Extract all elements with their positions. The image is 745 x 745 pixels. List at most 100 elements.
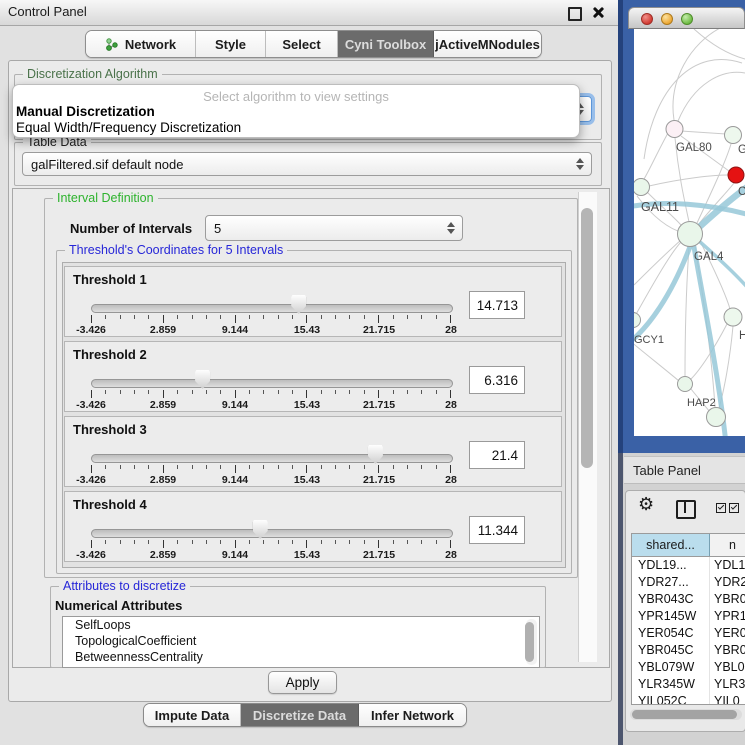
cell-shared-name[interactable]: YBR043C	[632, 591, 710, 608]
tab-discretize-data[interactable]: Discretize Data	[241, 704, 359, 726]
tick-mark	[364, 315, 365, 319]
column-header-shared-name[interactable]: shared...	[632, 534, 710, 556]
cell-name[interactable]: YBL0	[710, 659, 745, 676]
cell-shared-name[interactable]: YDR27...	[632, 574, 710, 591]
tab-select[interactable]: Select	[266, 31, 338, 57]
threshold-value-field[interactable]: 21.4	[469, 441, 525, 469]
network-edge[interactable]	[681, 131, 726, 134]
table-row[interactable]: YDL19...YDL1	[632, 557, 745, 574]
slider-track[interactable]	[91, 304, 453, 313]
tab-cyni-toolbox[interactable]: Cyni Toolbox	[338, 31, 434, 57]
horizontal-scrollbar-thumb[interactable]	[632, 710, 737, 719]
numerical-attributes-list[interactable]: SelfLoopsTopologicalCoefficientBetweenne…	[62, 616, 540, 668]
tab-network[interactable]: Network	[86, 31, 196, 57]
attribute-item[interactable]: SelfLoops	[63, 617, 539, 633]
network-node[interactable]	[634, 179, 650, 196]
attribute-item[interactable]: TopologicalCoefficient	[63, 633, 539, 649]
cell-shared-name[interactable]: YBR045C	[632, 642, 710, 659]
network-edge[interactable]	[634, 341, 679, 381]
table-row[interactable]: YBL079WYBL0	[632, 659, 745, 676]
table-row[interactable]: YBR043CYBR0	[632, 591, 745, 608]
list-scrollbar[interactable]	[526, 619, 537, 665]
popup-option-manual-discretization[interactable]: Manual Discretization	[16, 104, 155, 119]
combo-value: galFiltered.sif default node	[31, 157, 183, 172]
network-edge[interactable]	[673, 29, 722, 120]
cell-name[interactable]: YDR2	[710, 574, 745, 591]
network-canvas[interactable]: GAL80GACGAL11GAL4GCY1HHAP2	[634, 29, 745, 436]
table-row[interactable]: YIL052CYIL0	[632, 693, 745, 705]
slider-track[interactable]	[91, 454, 453, 463]
horizontal-scrollbar[interactable]	[630, 709, 742, 720]
table-row[interactable]: YDR27...YDR2	[632, 574, 745, 591]
column-header-name[interactable]: n	[710, 534, 745, 556]
network-edge[interactable]	[678, 72, 745, 121]
network-node[interactable]	[725, 127, 742, 144]
cell-shared-name[interactable]: YER054C	[632, 625, 710, 642]
zoom-traffic-light-icon[interactable]	[681, 13, 693, 25]
tab-infer-network[interactable]: Infer Network	[359, 704, 466, 726]
column-view-icon[interactable]	[676, 500, 696, 519]
minimize-traffic-light-icon[interactable]	[661, 13, 673, 25]
cell-shared-name[interactable]: YPR145W	[632, 608, 710, 625]
cell-shared-name[interactable]: YBL079W	[632, 659, 710, 676]
slider-track[interactable]	[91, 379, 453, 388]
vertical-scrollbar-thumb[interactable]	[581, 208, 593, 468]
network-window-titlebar[interactable]	[628, 7, 745, 29]
threshold-label: Threshold 2	[73, 347, 147, 362]
tick-mark	[436, 465, 437, 469]
cell-shared-name[interactable]: YLR345W	[632, 676, 710, 693]
network-edge[interactable]	[694, 29, 745, 59]
apply-button[interactable]: Apply	[268, 671, 337, 694]
list-scrollbar-thumb[interactable]	[525, 622, 534, 662]
gear-icon[interactable]: ⚙	[638, 494, 654, 515]
float-window-icon[interactable]	[568, 7, 582, 21]
network-node[interactable]	[634, 313, 641, 328]
cell-name[interactable]: YDL1	[710, 557, 745, 574]
table-row[interactable]: YER054CYER0	[632, 625, 745, 642]
slider-track[interactable]	[91, 529, 453, 538]
cell-name[interactable]: YBR0	[710, 591, 745, 608]
network-node[interactable]	[728, 167, 744, 183]
cell-name[interactable]: YIL0	[710, 693, 745, 705]
table-data-combobox[interactable]: galFiltered.sif default node	[22, 152, 592, 176]
tick-mark	[249, 315, 250, 319]
cell-name[interactable]: YLR3	[710, 676, 745, 693]
network-edge-highlighted[interactable]	[699, 241, 745, 287]
popup-option-equal-width-frequency[interactable]: Equal Width/Frequency Discretization	[16, 120, 241, 135]
tick-mark	[321, 540, 322, 544]
attribute-item[interactable]: BetweennessCentrality	[63, 649, 539, 665]
threshold-value-field[interactable]: 6.316	[469, 366, 525, 394]
number-of-intervals-combobox[interactable]: 5	[205, 215, 463, 241]
tab-jactivemnodules[interactable]: jActiveMNodules	[434, 31, 541, 57]
tick-mark	[263, 390, 264, 394]
tick-label: 15.43	[294, 324, 320, 336]
table-row[interactable]: YBR045CYBR0	[632, 642, 745, 659]
table-row[interactable]: YPR145WYPR1	[632, 608, 745, 625]
close-traffic-light-icon[interactable]	[641, 13, 653, 25]
tab-impute-data[interactable]: Impute Data	[144, 704, 241, 726]
tick-label: 15.43	[294, 549, 320, 561]
checkbox-icon[interactable]	[716, 503, 726, 513]
threshold-value-field[interactable]: 11.344	[469, 516, 525, 544]
threshold-value-field[interactable]: 14.713	[469, 291, 525, 319]
tab-style[interactable]: Style	[196, 31, 266, 57]
cell-shared-name[interactable]: YIL052C	[632, 693, 710, 705]
cell-shared-name[interactable]: YDL19...	[632, 557, 710, 574]
table-row[interactable]: YLR345WYLR3	[632, 676, 745, 693]
network-node[interactable]	[724, 308, 742, 326]
network-edge-highlighted[interactable]	[634, 244, 691, 345]
tick-label: 2.859	[150, 474, 176, 486]
cell-name[interactable]: YBR0	[710, 642, 745, 659]
network-node[interactable]	[678, 377, 693, 392]
network-node[interactable]	[666, 121, 683, 138]
network-node[interactable]	[707, 408, 726, 427]
cell-name[interactable]: YPR1	[710, 608, 745, 625]
close-icon[interactable]	[592, 6, 604, 18]
network-node[interactable]	[678, 222, 703, 247]
application-window: Control Panel Network Style Select	[0, 0, 745, 745]
cell-name[interactable]: YER0	[710, 625, 745, 642]
checkbox-icon[interactable]	[729, 503, 739, 513]
group-title: Threshold's Coordinates for 5 Intervals	[65, 243, 287, 257]
network-edge[interactable]	[685, 247, 689, 376]
node-label: GA	[738, 144, 745, 156]
